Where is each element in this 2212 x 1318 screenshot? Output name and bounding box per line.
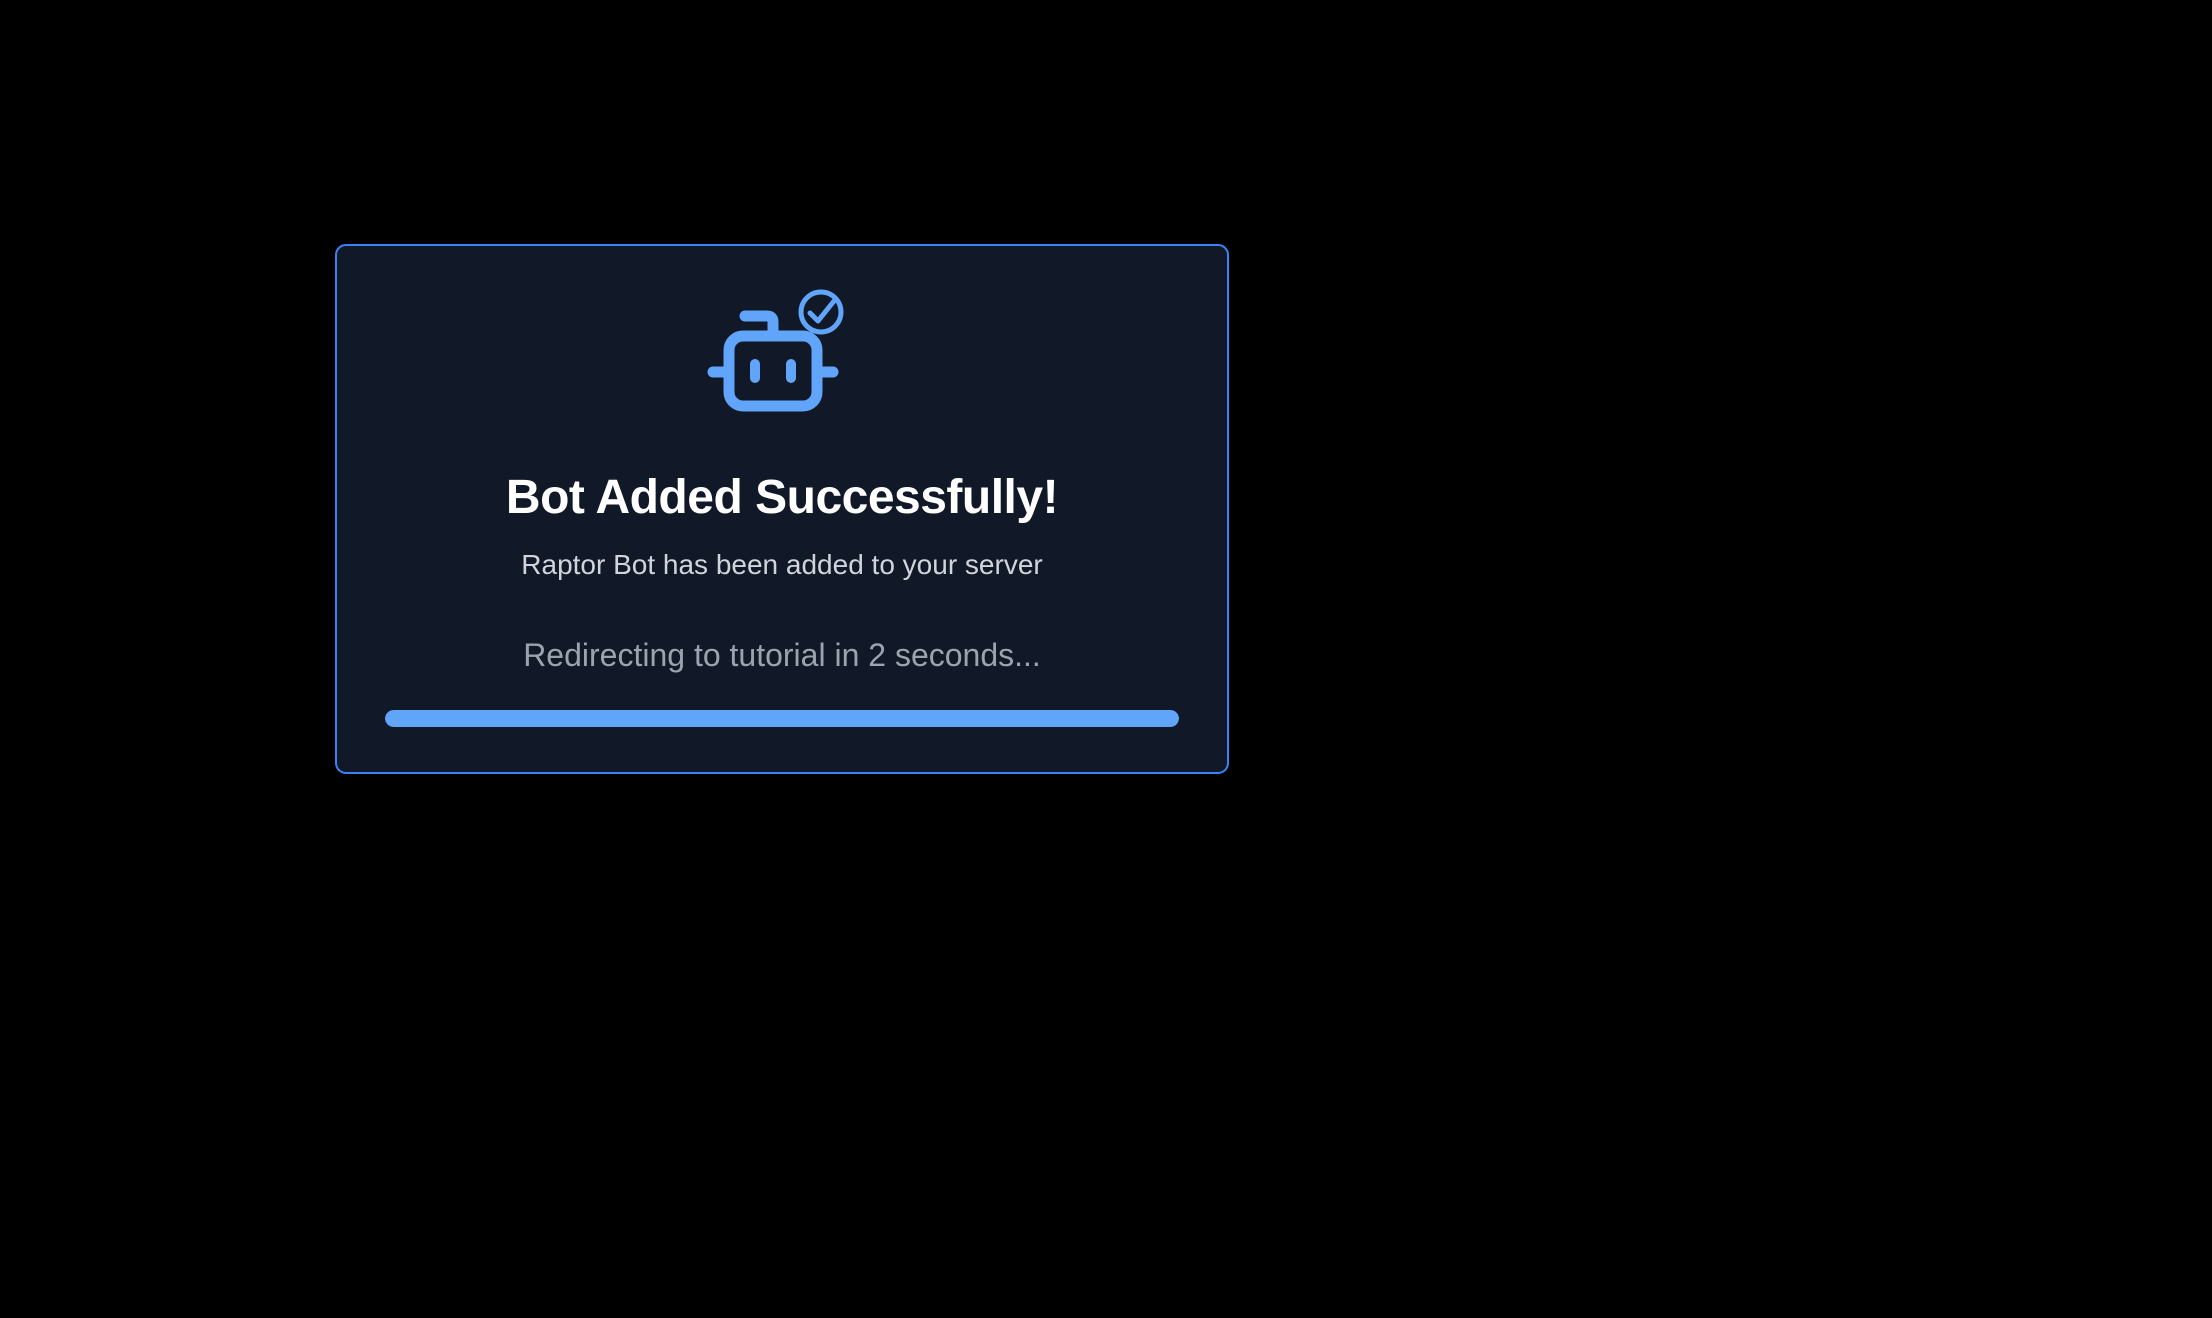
success-dialog: Bot Added Successfully! Raptor Bot has b… xyxy=(335,244,1229,774)
redirect-status: Redirecting to tutorial in 2 seconds... xyxy=(523,637,1041,673)
redirect-progress-fill xyxy=(385,710,1179,727)
robot-check-icon xyxy=(337,288,1227,418)
redirect-progress-bar xyxy=(385,710,1179,727)
dialog-subtitle: Raptor Bot has been added to your server xyxy=(521,549,1043,580)
dialog-title: Bot Added Successfully! xyxy=(505,471,1059,524)
